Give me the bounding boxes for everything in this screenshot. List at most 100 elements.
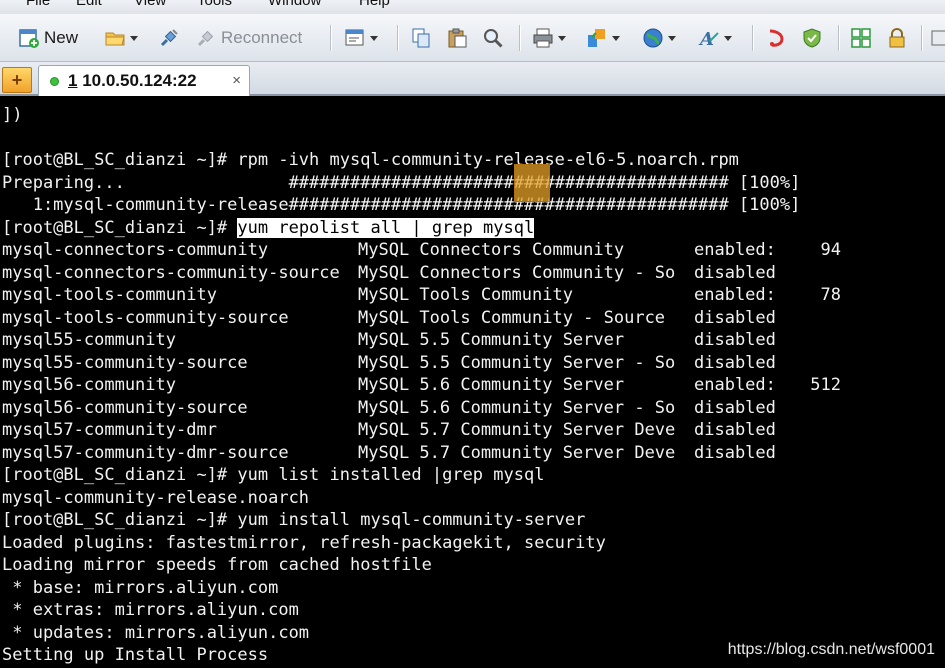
menu-view[interactable]: View xyxy=(134,0,166,9)
lock-icon xyxy=(889,28,905,48)
repo-row: mysql55-community MySQL 5.5 Community Ser… xyxy=(0,329,945,352)
repo-row: mysql-tools-community-source MySQL Tools … xyxy=(0,307,945,330)
menu-file[interactable]: File xyxy=(26,0,50,9)
reconnect-button[interactable]: Reconnect xyxy=(195,23,302,53)
highlighted-command: yum repolist all | grep mysql xyxy=(237,217,535,238)
repo-status: disabled xyxy=(694,420,776,440)
properties-button[interactable] xyxy=(344,23,378,53)
layout-button[interactable] xyxy=(850,23,872,53)
repo-status: enabled: xyxy=(694,285,776,305)
terminal-line: Loaded plugins: fastestmirror, refresh-p… xyxy=(2,532,606,553)
toolbar-separator xyxy=(838,25,839,51)
options-icon xyxy=(931,30,945,46)
script-icon xyxy=(769,29,784,47)
font-icon: A xyxy=(698,29,719,49)
repo-id: mysql57-community-dmr xyxy=(2,420,217,440)
properties-icon xyxy=(345,29,364,46)
add-tab-button[interactable]: + xyxy=(2,67,32,93)
menu-edit[interactable]: Edit xyxy=(76,0,102,9)
plus-icon: + xyxy=(11,69,23,90)
connect-button[interactable] xyxy=(158,23,180,53)
repo-row: mysql56-community-source MySQL 5.6 Commun… xyxy=(0,397,945,420)
lock-button[interactable] xyxy=(886,23,908,53)
repo-id: mysql-tools-community xyxy=(2,285,217,305)
repo-status: disabled xyxy=(694,330,776,350)
repo-name: MySQL 5.5 Community Server xyxy=(358,330,625,350)
session-tab-bar: + 1 10.0.50.124:22 × xyxy=(0,62,945,96)
toolbar-separator xyxy=(519,25,520,51)
new-button[interactable]: New xyxy=(18,23,78,53)
repo-row: mysql56-community MySQL 5.6 Community Ser… xyxy=(0,374,945,397)
repo-id: mysql55-community xyxy=(2,330,176,350)
repo-id: mysql57-community-dmr-source xyxy=(2,442,289,463)
chevron-down-icon[interactable] xyxy=(612,35,620,41)
repo-row: mysql57-community-dmr MySQL 5.7 Community… xyxy=(0,419,945,442)
new-label: New xyxy=(44,28,79,47)
chevron-down-icon[interactable] xyxy=(370,35,378,41)
repo-id: mysql-connectors-community xyxy=(2,240,269,260)
terminal-line: mysql-community-release.noarch xyxy=(2,487,310,508)
repo-name: MySQL Connectors Community - So xyxy=(358,262,676,283)
repo-count: 78 xyxy=(820,285,841,305)
toolbar-separator xyxy=(921,25,922,51)
terminal-line: [root@BL_SC_dianzi ~]# yum list installe… xyxy=(2,465,545,485)
repo-id: mysql56-community-source xyxy=(2,397,248,418)
open-button[interactable] xyxy=(104,23,138,53)
repo-status: disabled xyxy=(694,262,776,283)
toolbar: New Reconnect A xyxy=(0,14,945,62)
layout-grid-icon xyxy=(851,28,871,48)
repo-name: MySQL 5.7 Community Server Deve xyxy=(358,442,676,463)
terminal-line: Preparing... ###########################… xyxy=(2,172,801,193)
menu-tools[interactable]: Tools xyxy=(197,0,232,9)
transfer-button[interactable] xyxy=(586,23,620,53)
terminal-line: * extras: mirrors.aliyun.com xyxy=(2,600,299,620)
repo-count: 94 xyxy=(820,240,841,260)
repo-status: enabled: xyxy=(694,240,776,260)
repo-status: disabled xyxy=(694,442,776,463)
tab-session-1[interactable]: 1 10.0.50.124:22 × xyxy=(38,65,250,96)
key-manager-button[interactable] xyxy=(801,23,823,53)
repo-status: disabled xyxy=(694,352,776,373)
checkmark-shield-icon xyxy=(803,28,821,48)
repo-status: disabled xyxy=(694,307,776,328)
terminal-line: ]) xyxy=(2,105,23,125)
menu-help[interactable]: Help xyxy=(359,0,390,9)
terminal-line: Loading mirror speeds from cached hostfi… xyxy=(2,555,432,575)
globe-button[interactable] xyxy=(642,23,676,53)
repo-name: MySQL Tools Community - Source xyxy=(358,307,666,328)
chevron-down-icon[interactable] xyxy=(724,35,732,41)
mouse-cursor-highlight xyxy=(514,164,550,202)
repo-id: mysql-tools-community-source xyxy=(2,307,289,328)
repo-row: mysql-tools-community MySQL Tools Communi… xyxy=(0,284,945,307)
shell-prompt: [root@BL_SC_dianzi ~]# xyxy=(2,217,238,238)
repo-id: mysql-connectors-community-source xyxy=(2,262,340,283)
script-button[interactable] xyxy=(765,23,787,53)
terminal-line: 1:mysql-community-release###############… xyxy=(2,195,801,215)
close-icon[interactable]: × xyxy=(232,72,241,89)
menu-window[interactable]: Window xyxy=(268,0,321,9)
repo-name: MySQL Connectors Community xyxy=(358,240,625,260)
chevron-down-icon[interactable] xyxy=(558,35,566,41)
chevron-down-icon[interactable] xyxy=(668,35,676,41)
repo-id: mysql56-community xyxy=(2,375,176,395)
globe-icon xyxy=(643,28,663,48)
print-button[interactable] xyxy=(532,23,566,53)
find-button[interactable] xyxy=(482,23,504,53)
repo-name: MySQL 5.7 Community Server Deve xyxy=(358,420,676,440)
paste-button[interactable] xyxy=(446,23,468,53)
chevron-down-icon[interactable] xyxy=(130,35,138,41)
font-button[interactable]: A xyxy=(698,23,732,53)
repo-row: mysql57-community-dmr-source MySQL 5.7 Co… xyxy=(0,442,945,465)
toolbar-separator xyxy=(752,25,753,51)
connect-plug-icon xyxy=(160,29,178,47)
options-button[interactable] xyxy=(930,23,945,53)
toolbar-separator xyxy=(330,25,331,51)
repo-name: MySQL 5.6 Community Server - So xyxy=(358,397,676,418)
terminal-line: Setting up Install Process xyxy=(2,645,269,665)
terminal-line: * updates: mirrors.aliyun.com xyxy=(2,622,310,643)
search-icon xyxy=(484,29,503,48)
repo-name: MySQL 5.6 Community Server xyxy=(358,375,625,395)
copy-button[interactable] xyxy=(410,23,432,53)
terminal-line: [root@BL_SC_dianzi ~]# yum install mysql… xyxy=(2,510,586,530)
terminal-output[interactable]: ]) [root@BL_SC_dianzi ~]# rpm -ivh mysql… xyxy=(0,98,945,668)
